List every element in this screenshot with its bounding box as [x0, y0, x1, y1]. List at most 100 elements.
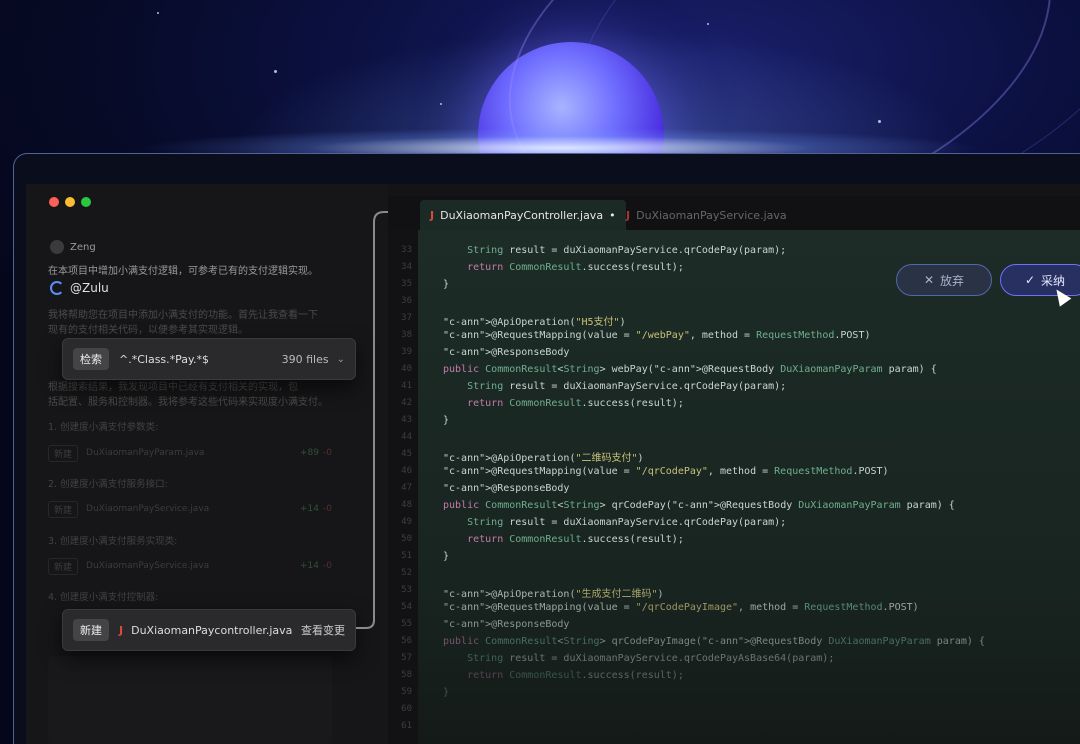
additions-count: +89	[300, 448, 320, 458]
code-line: "c-ann">@RequestMapping(value = "/webPay…	[443, 330, 871, 341]
file-name: DuXiaomanPayParam.java	[86, 448, 205, 458]
code-line: "c-ann">@RequestMapping(value = "/qrCode…	[443, 466, 889, 477]
line-number: 35	[401, 279, 412, 289]
code-line: String result = duXiaomanPayService.qrCo…	[467, 653, 835, 664]
code-line: public CommonResult<String> webPay("c-an…	[443, 364, 937, 375]
additions-count: +14	[300, 504, 320, 514]
agent-logo-icon	[50, 281, 64, 295]
file-name: DuXiaomanPaycontroller.java	[131, 623, 293, 637]
code-line: "c-ann">@ApiOperation("生成支付二维码")	[443, 589, 664, 600]
file-name: DuXiaomanPayService.java	[86, 504, 210, 514]
step-label: 1. 创建度小满支付参数类:	[48, 422, 159, 433]
code-line: }	[443, 687, 450, 698]
line-number: 36	[401, 296, 412, 306]
deletions-count: -0	[323, 504, 332, 514]
line-number: 52	[401, 568, 412, 578]
search-tag: 检索	[73, 348, 109, 370]
file-change-row[interactable]: 新建 DuXiaomanPayParam.java +89 -0	[48, 440, 332, 466]
additions-count: +14	[300, 561, 320, 571]
code-line: "c-ann">@RequestMapping(value = "/qrCode…	[443, 602, 919, 613]
code-line: "c-ann">@ResponseBody	[443, 619, 570, 630]
line-number: 42	[401, 398, 412, 408]
agent-name: @Zulu	[70, 281, 109, 295]
step-label: 4. 创建度小满支付控制器:	[48, 592, 159, 603]
line-number: 53	[401, 585, 412, 595]
star-icon	[274, 70, 277, 73]
step-label: 2. 创建度小满支付服务接口:	[48, 479, 168, 490]
line-number: 41	[401, 381, 412, 391]
new-file-card[interactable]: 新建 J DuXiaomanPaycontroller.java 查看变更	[62, 609, 356, 651]
java-file-icon: J	[430, 208, 435, 222]
line-number: 45	[401, 449, 412, 459]
file-name: DuXiaomanPayService.java	[86, 561, 210, 571]
new-tag: 新建	[48, 444, 79, 462]
code-line: String result = duXiaomanPayService.qrCo…	[467, 245, 787, 256]
search-result-card[interactable]: 检索 ^.*Class.*Pay.*$ 390 files ⌄	[62, 338, 356, 380]
java-file-icon: J	[626, 208, 631, 222]
line-number: 44	[401, 432, 412, 442]
user-avatar	[50, 240, 64, 254]
file-change-row[interactable]: 新建 DuXiaomanPayService.java +14 -0	[48, 496, 332, 522]
line-number: 60	[401, 704, 412, 714]
line-number: 33	[401, 245, 412, 255]
deletions-count: -0	[323, 448, 332, 458]
java-file-icon: J	[119, 623, 124, 637]
minimize-button[interactable]	[65, 197, 75, 207]
search-query: ^.*Class.*Pay.*$	[119, 352, 209, 366]
user-name: Zeng	[70, 242, 96, 253]
tab-label: DuXiaomanPayController.java	[440, 208, 604, 222]
line-number: 50	[401, 534, 412, 544]
code-line: "c-ann">@ApiOperation("H5支付")	[443, 317, 626, 328]
line-number: 61	[401, 721, 412, 731]
line-number: 49	[401, 517, 412, 527]
file-count: 390 files	[281, 352, 329, 366]
line-number: 39	[401, 347, 412, 357]
code-line: return CommonResult.success(result);	[467, 398, 684, 409]
code-line: }	[443, 551, 450, 562]
line-number: 59	[401, 687, 412, 697]
code-line: return CommonResult.success(result);	[467, 670, 684, 681]
result-message-line: 根据搜索结果，我发现项目中已经有支付相关的实现，包	[48, 382, 298, 393]
close-button[interactable]	[49, 197, 59, 207]
code-line: String result = duXiaomanPayService.qrCo…	[467, 517, 787, 528]
line-number: 46	[401, 466, 412, 476]
star-icon	[157, 12, 159, 14]
line-number: 57	[401, 653, 412, 663]
chevron-down-icon[interactable]: ⌄	[337, 354, 345, 365]
code-line: }	[443, 415, 450, 426]
new-tag: 新建	[48, 500, 79, 518]
user-message: 在本项目中增加小满支付逻辑，可参考已有的支付逻辑实现。	[48, 266, 318, 277]
code-line: "c-ann">@ResponseBody	[443, 483, 570, 494]
more-file-list	[48, 656, 332, 744]
result-message-line: 括配置、服务和控制器。我将参考这些代码来实现度小满支付。	[48, 397, 328, 408]
line-number: 47	[401, 483, 412, 493]
line-number: 55	[401, 619, 412, 629]
tab-service[interactable]: J DuXiaomanPayService.java	[616, 200, 797, 230]
agent-message-line: 现有的支付相关代码，以便参考其实现逻辑。	[48, 325, 248, 336]
line-number: 54	[401, 602, 412, 612]
code-line: "c-ann">@ApiOperation("二维码支付")	[443, 453, 644, 464]
new-tag: 新建	[48, 557, 79, 575]
file-change-row[interactable]: 新建 DuXiaomanPayService.java +14 -0	[48, 553, 332, 579]
window-controls	[49, 197, 91, 207]
line-number: 56	[401, 636, 412, 646]
accept-button[interactable]: ✓ 采纳	[1000, 264, 1080, 296]
maximize-button[interactable]	[81, 197, 91, 207]
step-label: 3. 创建度小满支付服务实现类:	[48, 536, 178, 547]
code-line: String result = duXiaomanPayService.qrCo…	[467, 381, 787, 392]
code-line: return CommonResult.success(result);	[467, 534, 684, 545]
view-changes-link[interactable]: 查看变更	[301, 622, 345, 638]
line-number: 34	[401, 262, 412, 272]
code-line: public CommonResult<String> qrCodePayIma…	[443, 636, 985, 647]
code-line: public CommonResult<String> qrCodePay("c…	[443, 500, 955, 511]
line-number: 37	[401, 313, 412, 323]
tab-controller[interactable]: J DuXiaomanPayController.java •	[420, 200, 626, 230]
deletions-count: -0	[323, 561, 332, 571]
line-number: 38	[401, 330, 412, 340]
reject-button[interactable]: ✕ 放弃	[896, 264, 992, 296]
modified-indicator: •	[609, 208, 616, 222]
line-number: 58	[401, 670, 412, 680]
line-number: 48	[401, 500, 412, 510]
check-icon: ✓	[1024, 273, 1036, 287]
code-line: "c-ann">@ResponseBody	[443, 347, 570, 358]
